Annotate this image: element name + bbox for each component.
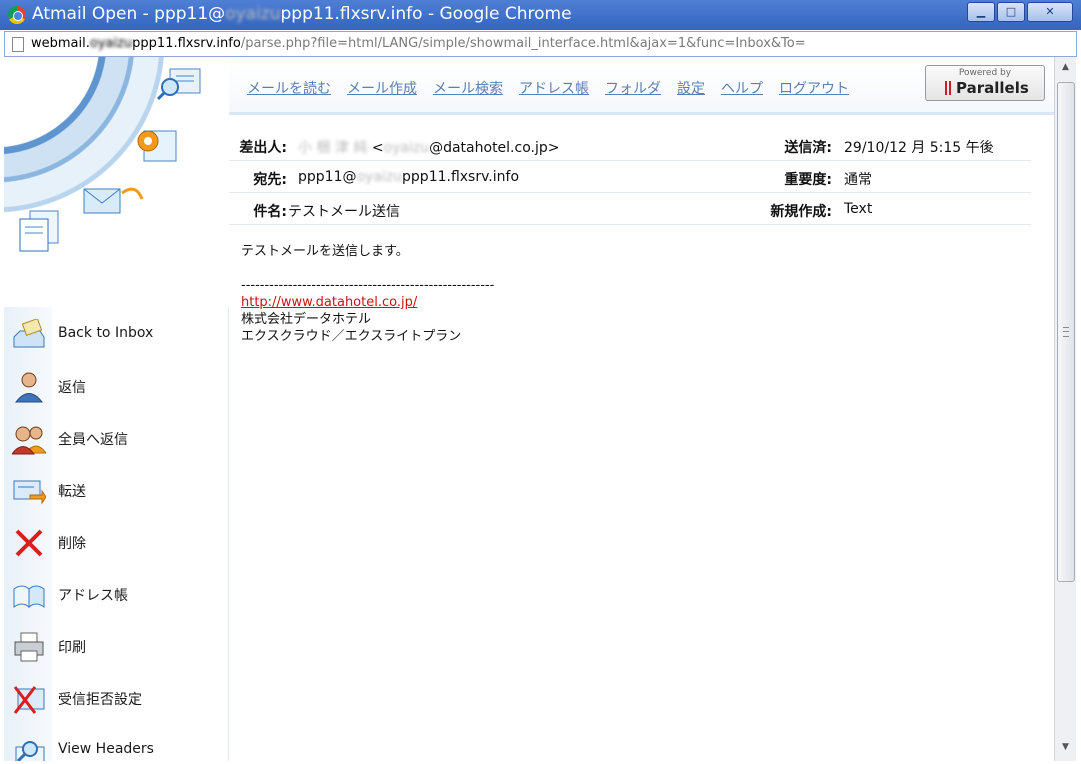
nav-help[interactable]: ヘルプ — [721, 78, 763, 98]
block-sender-button[interactable]: 受信拒否設定 — [4, 677, 228, 721]
message-headers: 差出人: 小 梱 津 純 <oyaizu@datahotel.co.jp> 送信… — [229, 129, 1031, 225]
nav-logout[interactable]: ログアウト — [779, 78, 849, 98]
page-icon — [12, 37, 24, 52]
url-text: webmail.oyaizuppp11.flxsrv.info/parse.ph… — [31, 36, 806, 51]
forward-mail-icon — [13, 480, 46, 505]
minimize-button[interactable]: ▁ — [967, 2, 995, 22]
chrome-logo-icon — [8, 6, 26, 24]
search-mail-icon — [156, 68, 201, 101]
from-label: 差出人: — [239, 140, 287, 156]
inbox-tray-icon — [13, 319, 45, 348]
open-book-icon — [13, 585, 45, 609]
print-button[interactable]: 印刷 — [4, 625, 228, 669]
signature-divider: ----------------------------------------… — [241, 278, 495, 293]
signature-link[interactable]: http://www.datahotel.co.jp/ — [241, 295, 417, 310]
vertical-scrollbar[interactable]: ▲ ▼ — [1054, 57, 1076, 761]
window-title-bar[interactable]: Atmail Open - ppp11@oyaizuppp11.flxsrv.i… — [0, 0, 1081, 30]
header-row-to: 宛先: ppp11@oyaizuppp11.flxsrv.info 重要度: 通… — [229, 161, 1031, 193]
body-blank-line — [241, 260, 1021, 277]
to-value: ppp11@oyaizuppp11.flxsrv.info — [298, 169, 520, 185]
close-button[interactable]: ✕ — [1027, 2, 1073, 22]
reply-button[interactable]: 返信 — [4, 365, 228, 409]
body-line: テストメールを送信します。 — [241, 244, 409, 259]
delete-x-icon — [15, 529, 43, 557]
sent-value: 29/10/12 月 5:15 午後 — [844, 140, 994, 156]
delete-button[interactable]: 削除 — [4, 521, 228, 565]
send-mail-icon — [83, 187, 144, 214]
header-row-from: 差出人: 小 梱 津 純 <oyaizu@datahotel.co.jp> 送信… — [229, 129, 1031, 161]
header-row-subject: 件名: テストメール送信 新規作成: Text — [229, 193, 1031, 225]
scroll-up-arrow-icon[interactable]: ▲ — [1055, 59, 1076, 75]
nav-folders[interactable]: フォルダ — [605, 78, 661, 98]
sent-label: 送信済: — [784, 140, 832, 156]
settings-gear-icon — [137, 130, 177, 162]
message-body: テストメールを送信します。 --------------------------… — [241, 243, 1021, 345]
window-title: Atmail Open - ppp11@oyaizuppp11.flxsrv.i… — [32, 4, 572, 24]
users-reply-all-icon — [12, 426, 46, 455]
forward-button[interactable]: 転送 — [4, 469, 228, 513]
view-headers-button[interactable]: View Headers — [4, 729, 228, 761]
block-mail-icon — [13, 686, 45, 714]
format-value: Text — [844, 201, 873, 217]
documents-icon — [19, 210, 59, 252]
parallels-badge[interactable]: Powered by Parallels — [925, 65, 1045, 101]
signature-plan: エクスクラウド／エクスライトプラン — [241, 329, 462, 344]
address-book-button[interactable]: アドレス帳 — [4, 573, 228, 617]
priority-label: 重要度: — [784, 172, 832, 188]
to-label: 宛先: — [253, 172, 287, 188]
scrollbar-thumb[interactable] — [1057, 82, 1075, 582]
back-to-inbox-button[interactable]: Back to Inbox — [4, 313, 228, 357]
maximize-button[interactable]: □ — [997, 2, 1025, 22]
magnifier-mail-icon — [15, 741, 45, 761]
nav-search[interactable]: メール検索 — [433, 78, 503, 98]
address-bar[interactable]: webmail.oyaizuppp11.flxsrv.info/parse.ph… — [4, 31, 1077, 57]
nav-settings[interactable]: 設定 — [677, 78, 705, 98]
format-label: 新規作成: — [770, 204, 832, 220]
nav-address-book[interactable]: アドレス帳 — [519, 78, 589, 98]
signature-company: 株式会社データホテル — [241, 312, 372, 327]
top-navigation: メールを読む メール作成 メール検索 アドレス帳 フォルダ 設定 ヘルプ ログア… — [229, 57, 1054, 115]
parallels-logo-icon — [945, 81, 951, 95]
from-value: 小 梱 津 純 <oyaizu@datahotel.co.jp> — [298, 140, 560, 156]
reply-all-button[interactable]: 全員へ返信 — [4, 417, 228, 461]
printer-icon — [14, 632, 44, 662]
nav-read-mail[interactable]: メールを読む — [247, 78, 331, 98]
user-reply-icon — [14, 372, 44, 403]
webmail-page: Back to Inbox 返信 全員へ返信 転送 削除 アドレス帳 印刷 受信… — [4, 57, 1054, 761]
message-actions-sidebar: Back to Inbox 返信 全員へ返信 転送 削除 アドレス帳 印刷 受信… — [4, 307, 229, 761]
nav-compose[interactable]: メール作成 — [347, 78, 417, 98]
priority-value: 通常 — [844, 172, 872, 188]
subject-value: テストメール送信 — [288, 204, 400, 220]
subject-label: 件名: — [253, 204, 287, 220]
scroll-down-arrow-icon[interactable]: ▼ — [1055, 739, 1076, 755]
